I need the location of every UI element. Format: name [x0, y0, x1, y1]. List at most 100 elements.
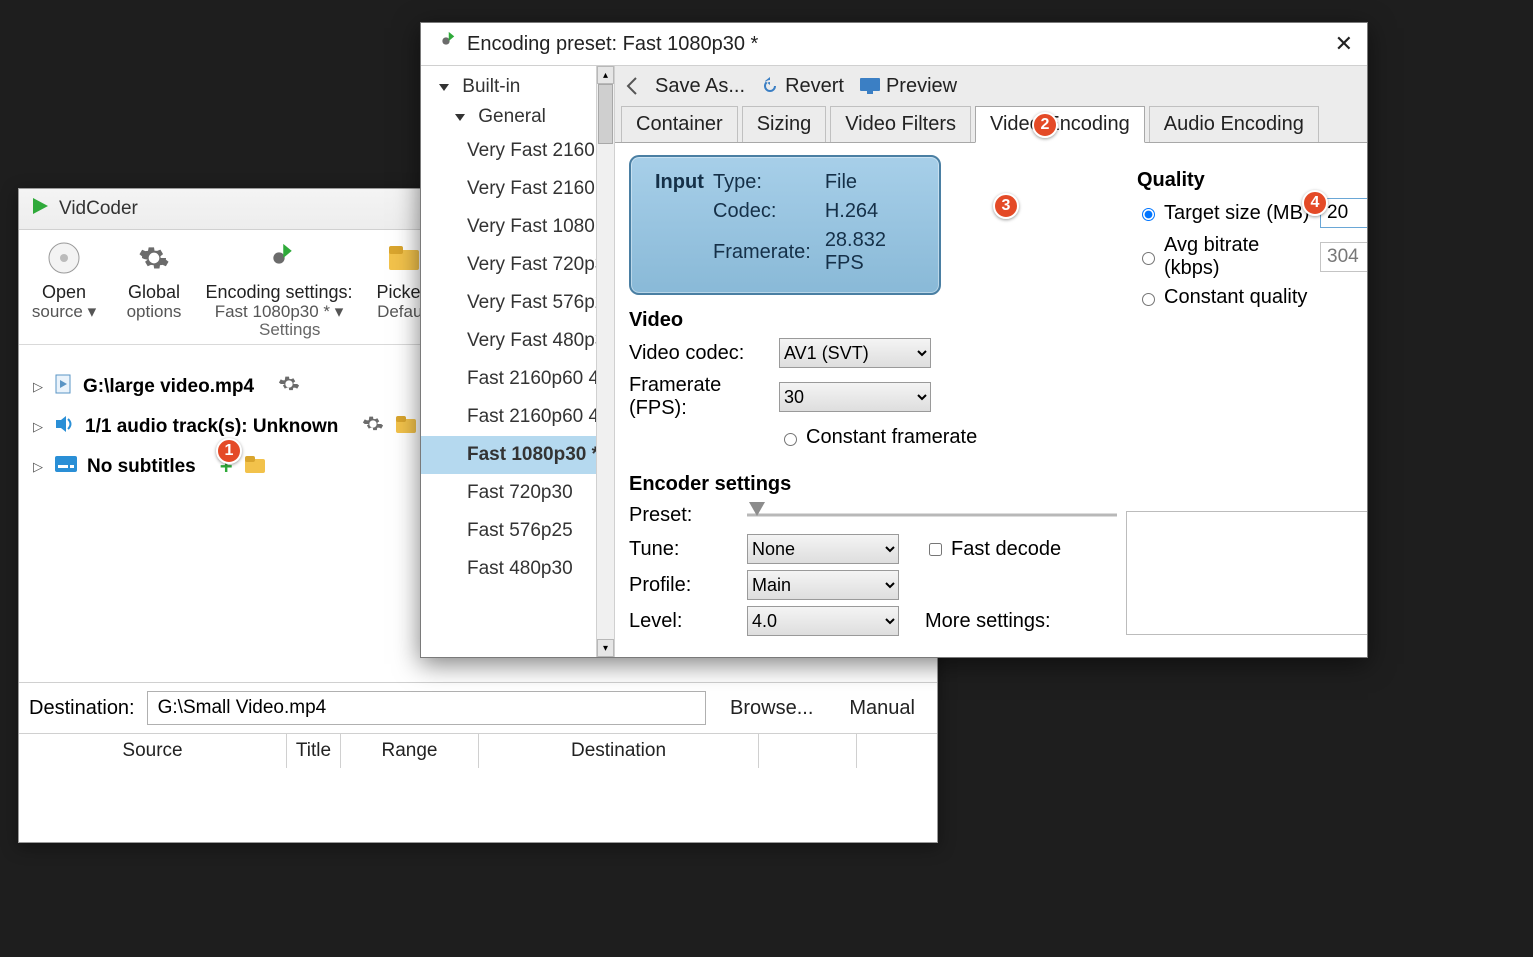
- tab-audio-encoding[interactable]: Audio Encoding: [1149, 106, 1319, 142]
- preset-tree-item[interactable]: Very Fast 2160p60: [421, 170, 614, 208]
- preset-tree[interactable]: Built-in General Very Fast 2160p60Very F…: [421, 66, 615, 657]
- source-gear-icon[interactable]: [278, 373, 300, 401]
- avg-bitrate-radio[interactable]: [1142, 252, 1155, 265]
- speaker-icon: [55, 415, 75, 439]
- preset-main: Save As... Revert Preview Container Sizi…: [615, 66, 1367, 657]
- gear-icon: [136, 240, 172, 276]
- level-label: Level:: [629, 610, 739, 633]
- encoder-section-header: Encoder settings: [629, 473, 1117, 496]
- preset-tree-item[interactable]: Very Fast 2160p60: [421, 132, 614, 170]
- tab-container[interactable]: Container: [621, 106, 738, 142]
- constant-framerate-radio[interactable]: [784, 433, 797, 446]
- target-size-radio[interactable]: [1142, 208, 1155, 221]
- expand-icon[interactable]: ▷: [33, 459, 45, 475]
- annotation-badge-4: 4: [1302, 190, 1328, 216]
- video-codec-select[interactable]: AV1 (SVT): [779, 338, 931, 368]
- more-settings-box[interactable]: [1126, 511, 1367, 635]
- preset-tree-item[interactable]: Very Fast 480p30: [421, 322, 614, 360]
- preset-tree-item[interactable]: Fast 1080p30 *: [421, 436, 614, 474]
- preset-tree-item[interactable]: Fast 480p30: [421, 550, 614, 588]
- app-icon: [29, 195, 51, 223]
- col-dest[interactable]: Destination: [479, 734, 759, 768]
- encoding-preset-dialog: Encoding preset: Fast 1080p30 * ✕ Built-…: [420, 22, 1368, 658]
- tune-label: Tune:: [629, 538, 739, 561]
- tree-node-builtin[interactable]: Built-in: [421, 72, 614, 102]
- manual-button[interactable]: Manual: [837, 697, 927, 720]
- preset-tree-item[interactable]: Very Fast 576p25: [421, 284, 614, 322]
- subtitles-text: No subtitles: [87, 456, 196, 478]
- constant-framerate-label: Constant framerate: [806, 426, 977, 449]
- audio-gear-icon[interactable]: [362, 413, 384, 441]
- video-file-icon: [55, 374, 73, 400]
- constant-quality-label: Constant quality: [1164, 286, 1307, 309]
- col-blank2: [857, 734, 937, 768]
- destination-input[interactable]: [147, 691, 706, 725]
- preset-titlebar[interactable]: Encoding preset: Fast 1080p30 * ✕: [421, 23, 1367, 65]
- preset-gear-icon: [261, 240, 297, 276]
- annotation-badge-2: 2: [1032, 112, 1058, 138]
- framerate-select[interactable]: 30: [779, 382, 931, 412]
- preset-title: Encoding preset: Fast 1080p30 *: [467, 33, 758, 56]
- global-options-button[interactable]: Global options: [109, 236, 199, 344]
- fast-decode-checkbox[interactable]: [929, 543, 942, 556]
- tab-sizing[interactable]: Sizing: [742, 106, 826, 142]
- preset-tree-item[interactable]: Fast 720p30: [421, 474, 614, 512]
- destination-label: Destination:: [29, 697, 135, 720]
- profile-select[interactable]: Main: [747, 570, 899, 600]
- monitor-icon: [860, 78, 880, 94]
- col-blank1: [759, 734, 857, 768]
- app-title: VidCoder: [59, 198, 138, 220]
- tab-row: Container Sizing Video Filters Video Enc…: [615, 106, 1367, 142]
- back-button[interactable]: [625, 76, 639, 96]
- annotation-badge-1: 1: [216, 438, 242, 464]
- open-source-button[interactable]: Open source ▾: [19, 236, 109, 344]
- preset-toolbar: Save As... Revert Preview: [615, 66, 1367, 106]
- folder-icon: [386, 240, 422, 276]
- video-codec-label: Video codec:: [629, 342, 771, 365]
- avg-bitrate-label: Avg bitrate (kbps): [1164, 234, 1314, 280]
- preset-tree-item[interactable]: Fast 2160p60 4K: [421, 398, 614, 436]
- target-size-label: Target size (MB): [1164, 202, 1314, 225]
- queue-body: [19, 768, 937, 842]
- avg-bitrate-input[interactable]: [1320, 242, 1367, 272]
- queue-header: Source Title Range Destination: [19, 733, 937, 768]
- quality-header: Quality: [1137, 169, 1367, 192]
- preview-button[interactable]: Preview: [860, 75, 957, 98]
- scroll-up-icon[interactable]: ▴: [597, 66, 614, 84]
- audio-folder-icon[interactable]: [394, 414, 418, 440]
- level-select[interactable]: 4.0: [747, 606, 899, 636]
- subtitle-folder-icon[interactable]: [243, 454, 267, 480]
- expand-icon[interactable]: ▷: [33, 419, 45, 435]
- col-title[interactable]: Title: [287, 734, 341, 768]
- close-button[interactable]: ✕: [1335, 31, 1353, 57]
- save-as-button[interactable]: Save As...: [655, 75, 745, 98]
- col-range[interactable]: Range: [341, 734, 479, 768]
- expand-icon[interactable]: ▷: [33, 379, 45, 395]
- subtitle-icon: [55, 456, 77, 478]
- preset-tree-item[interactable]: Fast 576p25: [421, 512, 614, 550]
- browse-button[interactable]: Browse...: [718, 697, 825, 720]
- revert-button[interactable]: Revert: [761, 75, 844, 98]
- tab-video-filters[interactable]: Video Filters: [830, 106, 971, 142]
- scroll-down-icon[interactable]: ▾: [597, 639, 614, 657]
- video-section-header: Video: [629, 309, 1117, 332]
- toolbar-section-label: Settings: [259, 320, 320, 340]
- source-path: G:\large video.mp4: [83, 376, 254, 398]
- col-source[interactable]: Source: [19, 734, 287, 768]
- preset-tree-scrollbar[interactable]: ▴ ▾: [596, 66, 614, 657]
- fast-decode-label: Fast decode: [951, 538, 1061, 561]
- audio-text: 1/1 audio track(s): Unknown: [85, 416, 338, 438]
- constant-quality-radio[interactable]: [1142, 293, 1155, 306]
- preset-tree-item[interactable]: Fast 2160p60 4K: [421, 360, 614, 398]
- tab-content: Input Type: File Codec: H.264 Framerate:…: [615, 142, 1367, 657]
- preset-tree-item[interactable]: Very Fast 1080p30: [421, 208, 614, 246]
- preset-tree-item[interactable]: Very Fast 720p30: [421, 246, 614, 284]
- preset-slider[interactable]: [747, 502, 1117, 528]
- tab-video-encoding[interactable]: Video Encoding: [975, 106, 1145, 143]
- more-settings-label: More settings:: [925, 610, 1051, 633]
- scroll-thumb[interactable]: [598, 84, 613, 144]
- tree-node-general[interactable]: General: [421, 102, 614, 132]
- preset-slider-label: Preset:: [629, 504, 739, 527]
- tune-select[interactable]: None: [747, 534, 899, 564]
- input-info-panel: Input Type: File Codec: H.264 Framerate:…: [629, 155, 941, 295]
